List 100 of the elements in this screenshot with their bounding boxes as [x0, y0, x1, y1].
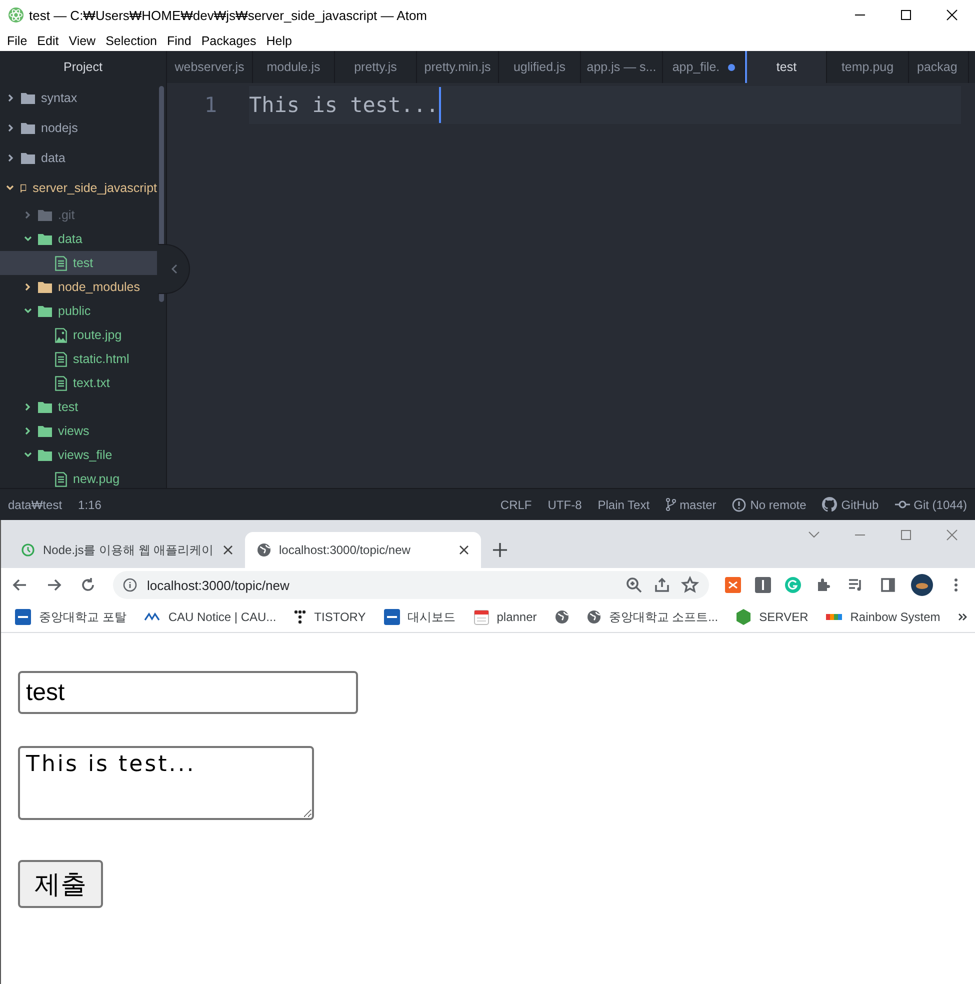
tree-item[interactable]: route.jpg	[0, 323, 157, 347]
new-tab-icon[interactable]	[493, 543, 507, 557]
status-item[interactable]: GitHub	[841, 498, 879, 512]
chevron-right-icon[interactable]	[24, 427, 32, 435]
folder-icon	[38, 281, 52, 293]
tree-item[interactable]: public	[0, 299, 157, 323]
bookmark[interactable]: Rainbow System	[826, 610, 940, 624]
tree-item[interactable]: syntax	[0, 83, 157, 113]
star-icon[interactable]	[681, 576, 699, 594]
bookmark[interactable]: 중앙대학교 소프트...	[586, 608, 718, 626]
tree-item-label: views	[58, 424, 90, 438]
text-cursor	[438, 87, 441, 123]
bookmark[interactable]: TISTORY	[294, 610, 366, 624]
tree-item-label: text.txt	[73, 376, 110, 390]
chevron-right-icon[interactable]	[24, 283, 32, 291]
bookmark[interactable]: CAU Notice | CAU...	[144, 610, 276, 624]
side-panel-icon[interactable]	[879, 576, 897, 594]
bookmark[interactable]: planner	[474, 610, 537, 624]
file-path[interactable]: data₩test	[8, 498, 62, 512]
chevron-right-icon[interactable]	[6, 94, 14, 102]
collapse-handle[interactable]	[158, 244, 190, 294]
status-item[interactable]: master	[680, 498, 716, 512]
editor-tab[interactable]: packag	[909, 51, 969, 83]
chevron-down-icon[interactable]	[24, 235, 32, 243]
tree-item[interactable]: node_modules	[0, 275, 157, 299]
chevron-left-icon	[171, 264, 178, 274]
bookmark[interactable]: 대시보드	[384, 608, 456, 626]
tree-item[interactable]: nodejs	[0, 113, 157, 143]
tree-item[interactable]: views_file	[0, 443, 157, 467]
menu-item[interactable]: File	[2, 34, 32, 48]
folder-icon	[21, 122, 35, 134]
chevron-right-icon[interactable]	[24, 403, 32, 411]
editor-tab[interactable]: test	[745, 51, 827, 83]
more-bookmarks-icon[interactable]	[958, 612, 968, 622]
title-field[interactable]: test	[18, 671, 358, 714]
zoom-icon[interactable]	[625, 576, 643, 594]
file-icon	[55, 256, 67, 270]
chevron-down-icon[interactable]	[24, 307, 32, 315]
status-item[interactable]: CRLF	[500, 498, 532, 512]
bookmark[interactable]: 중앙대학교 포탈	[15, 608, 126, 626]
puzzle-icon[interactable]	[815, 576, 833, 594]
browser-tab[interactable]: localhost:3000/topic/new	[245, 532, 481, 568]
menu-item[interactable]: Selection	[100, 34, 162, 48]
tree-item[interactable]: test	[0, 395, 157, 419]
status-item[interactable]: Plain Text	[598, 498, 650, 512]
menu-item[interactable]: Help	[261, 34, 297, 48]
chevron-right-icon[interactable]	[6, 154, 14, 162]
folder-icon	[38, 209, 52, 221]
menu-item[interactable]: Edit	[32, 34, 64, 48]
tree-item[interactable]: text.txt	[0, 371, 157, 395]
editor-tab[interactable]: temp.pug	[827, 51, 909, 83]
calendar-icon	[474, 610, 489, 624]
cursor-position[interactable]: 1:16	[78, 498, 102, 512]
browser-tab[interactable]: Node.js를 이용해 웹 애플리케이	[9, 532, 245, 568]
share-icon[interactable]	[653, 576, 671, 594]
bookmark[interactable]: SERVER	[736, 609, 808, 625]
tree-item-label: data	[41, 151, 66, 165]
tree-item[interactable]: static.html	[0, 347, 157, 371]
avatar-icon[interactable]	[911, 574, 933, 596]
tree-item[interactable]: views	[0, 419, 157, 443]
close-icon[interactable]	[459, 545, 469, 555]
file-icon	[55, 472, 67, 486]
editor-tab[interactable]: uglified.js	[499, 51, 581, 83]
folder-icon	[38, 425, 52, 437]
submit-button[interactable]: 제출	[18, 860, 103, 908]
chevron-right-icon[interactable]	[6, 124, 14, 132]
menu-item[interactable]: Find	[162, 34, 196, 48]
reload-icon[interactable]	[79, 576, 97, 594]
dots-icon	[294, 610, 306, 624]
description-field[interactable]: This is test...	[18, 746, 314, 820]
window-title: test — C:₩Users₩HOME₩dev₩js₩server_side_javascript — Atom	[29, 8, 428, 22]
status-item[interactable]: No remote	[750, 498, 806, 512]
editor-tab[interactable]: pretty.js	[335, 51, 417, 83]
folder-icon	[38, 233, 52, 245]
tree-item-label: route.jpg	[73, 328, 122, 342]
editor-tab[interactable]: webserver.js	[167, 51, 253, 83]
menu-item[interactable]: View	[64, 34, 101, 48]
logo-icon	[144, 612, 160, 622]
chevron-down-icon[interactable]	[6, 184, 14, 192]
bookmark[interactable]	[554, 610, 569, 624]
tree-item-label: .git	[58, 208, 75, 222]
tree-item[interactable]: data	[0, 227, 157, 251]
editor-tab[interactable]: module.js	[253, 51, 335, 83]
editor-tab[interactable]: pretty.min.js	[417, 51, 499, 83]
tree-item[interactable]: server_side_javascript	[0, 173, 157, 203]
editor-tab[interactable]: app.js — s...	[581, 51, 663, 83]
tree-item-label: public	[58, 304, 91, 318]
status-item[interactable]: Git (1044)	[914, 498, 967, 512]
tree-item[interactable]: test	[0, 251, 157, 275]
extension-icon[interactable]	[755, 577, 771, 593]
loading-icon	[21, 543, 35, 557]
chevron-down-icon[interactable]	[24, 451, 32, 459]
menu-item[interactable]: Packages	[196, 34, 262, 48]
status-item[interactable]: UTF-8	[548, 498, 582, 512]
tree-item[interactable]: data	[0, 143, 157, 173]
address-bar[interactable]: localhost:3000/topic/new	[113, 571, 709, 599]
close-icon[interactable]	[223, 545, 233, 555]
extension-icon[interactable]	[725, 577, 741, 593]
logo-icon	[826, 614, 842, 620]
tree-item[interactable]: new.pug	[0, 467, 157, 488]
